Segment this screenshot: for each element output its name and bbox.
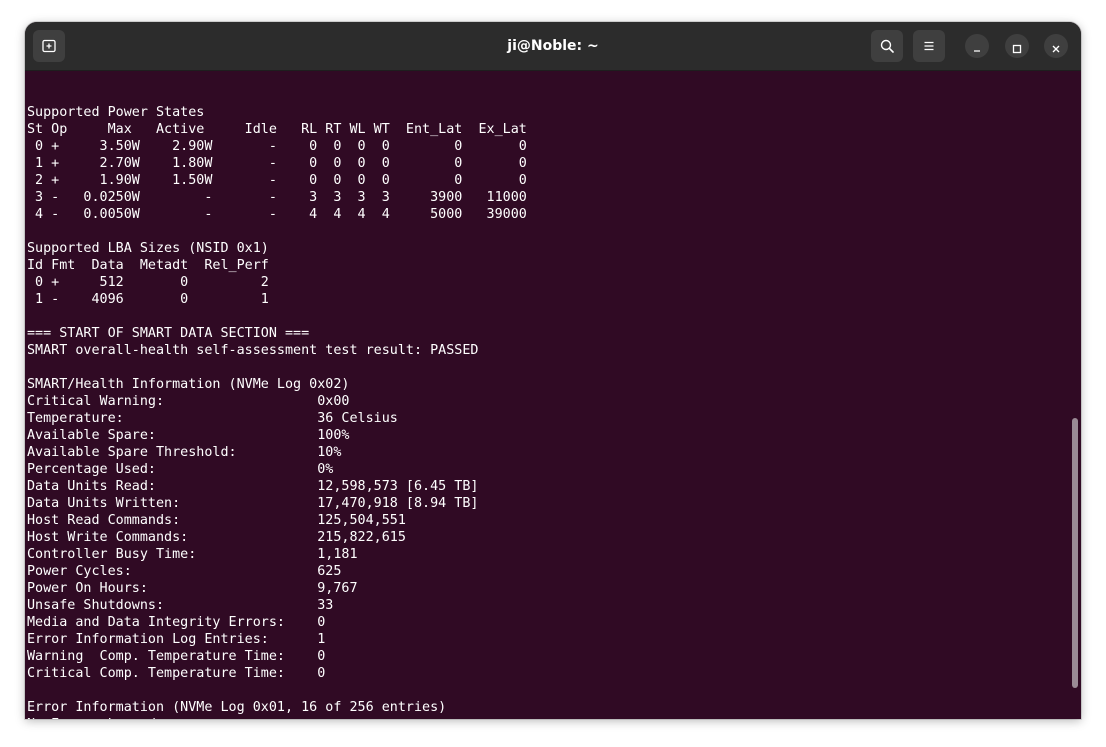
terminal-line: Id Fmt Data Metadt Rel_Perf: [27, 258, 269, 273]
search-icon: [879, 38, 895, 54]
terminal-line: No Errors Logged: [27, 716, 527, 719]
maximize-button[interactable]: [1005, 34, 1029, 58]
minimize-button[interactable]: [965, 34, 989, 58]
terminal-line: Error Information (NVMe Log 0x01, 16 of …: [27, 700, 447, 715]
new-tab-button[interactable]: [33, 30, 65, 62]
terminal-line: Warning Comp. Temperature Time: 0: [27, 649, 326, 664]
terminal-line: Critical Comp. Temperature Time: 0: [27, 666, 326, 681]
minimize-icon: [971, 40, 983, 52]
terminal-line: Controller Busy Time: 1,181: [27, 547, 358, 562]
terminal-window: ji@Noble: ~ Supported Power States St Op…: [25, 22, 1081, 719]
menu-button[interactable]: [913, 30, 945, 62]
terminal-scrollbar[interactable]: [1072, 418, 1078, 688]
terminal-line: Power On Hours: 9,767: [27, 581, 358, 596]
terminal-line: 2 + 1.90W 1.50W - 0 0 0 0 0 0: [27, 173, 527, 188]
terminal-line: 4 - 0.0050W - - 4 4 4 4 5000 39000: [27, 207, 527, 222]
terminal-line: Data Units Written: 17,470,918 [8.94 TB]: [27, 496, 479, 511]
terminal-lines: Supported Power States St Op Max Active I…: [27, 87, 527, 719]
new-tab-icon: [41, 38, 57, 54]
terminal-line: SMART overall-health self-assessment tes…: [27, 343, 479, 358]
terminal-output[interactable]: Supported Power States St Op Max Active I…: [27, 71, 1067, 719]
close-icon: [1050, 40, 1062, 53]
terminal-line: Host Read Commands: 125,504,551: [27, 513, 406, 528]
terminal-line: Unsafe Shutdowns: 33: [27, 598, 334, 613]
terminal-line: 0 + 3.50W 2.90W - 0 0 0 0 0 0: [27, 139, 527, 154]
terminal-line: Percentage Used: 0%: [27, 462, 334, 477]
terminal-line: Data Units Read: 12,598,573 [6.45 TB]: [27, 479, 479, 494]
search-button[interactable]: [871, 30, 903, 62]
title-bar[interactable]: ji@Noble: ~: [25, 22, 1081, 71]
maximize-icon: [1011, 40, 1023, 54]
terminal-line: Critical Warning: 0x00: [27, 394, 350, 409]
close-button[interactable]: [1044, 34, 1068, 58]
terminal-line: 3 - 0.0250W - - 3 3 3 3 3900 11000: [27, 190, 527, 205]
terminal-line: === START OF SMART DATA SECTION ===: [27, 326, 310, 341]
terminal-line: Temperature: 36 Celsius: [27, 411, 398, 426]
terminal-line: 0 + 512 0 2: [27, 275, 269, 290]
terminal-line: Power Cycles: 625: [27, 564, 342, 579]
terminal-line: Available Spare: 100%: [27, 428, 350, 443]
terminal-line: Available Spare Threshold: 10%: [27, 445, 342, 460]
terminal-line: Host Write Commands: 215,822,615: [27, 530, 406, 545]
terminal-line: 1 - 4096 0 1: [27, 292, 269, 307]
terminal-line: Supported LBA Sizes (NSID 0x1): [27, 241, 269, 256]
terminal-line: St Op Max Active Idle RL RT WL WT Ent_La…: [27, 122, 527, 137]
terminal-line: SMART/Health Information (NVMe Log 0x02): [27, 377, 350, 392]
terminal-line: Error Information Log Entries: 1: [27, 632, 326, 647]
terminal-line: Media and Data Integrity Errors: 0: [27, 615, 326, 630]
terminal-line: Supported Power States: [27, 105, 205, 120]
hamburger-menu-icon: [921, 38, 937, 54]
terminal-line: 1 + 2.70W 1.80W - 0 0 0 0 0 0: [27, 156, 527, 171]
